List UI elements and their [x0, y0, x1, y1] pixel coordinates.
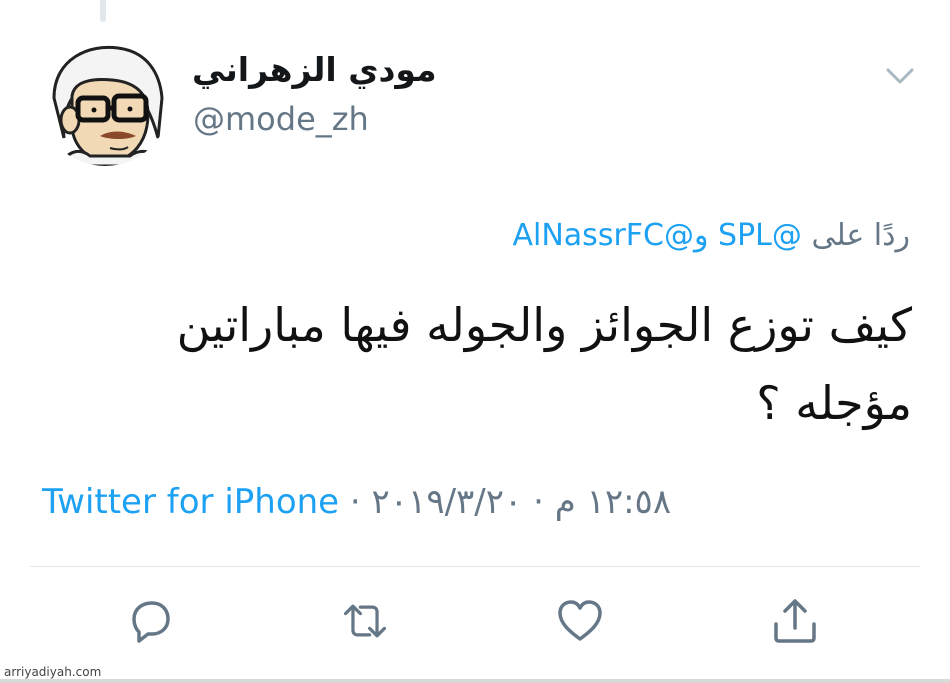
reply-prefix: ردًا على [811, 218, 910, 253]
like-icon[interactable] [555, 596, 605, 646]
mention-link-spl[interactable]: @SPL [718, 218, 802, 253]
bottom-edge [0, 679, 950, 683]
thread-line [100, 0, 106, 22]
mention-link-alnassr[interactable]: @AlNassrFC [513, 218, 694, 253]
avatar-illustration [40, 38, 170, 166]
share-icon[interactable] [770, 596, 820, 646]
reply-context: ردًا على @SPL و@AlNassrFC [513, 218, 911, 253]
retweet-icon[interactable] [340, 596, 390, 646]
reply-icon[interactable] [125, 596, 175, 646]
separator: · [533, 482, 544, 522]
source-link[interactable]: Twitter for iPhone [42, 482, 339, 522]
avatar[interactable] [40, 38, 170, 166]
reply-connector: و [693, 218, 709, 253]
tweet-metadata: Twitter for iPhone · ٢٠١٩/٣/٢٠ · ١٢:٥٨ م [42, 482, 671, 522]
tweet-text-line: كيف توزع الجوائز والجوله فيها مباراتين [176, 298, 912, 352]
separator: · [349, 482, 361, 522]
tweet-date[interactable]: ٢٠١٩/٣/٢٠ [372, 482, 523, 522]
tweet-text: كيف توزع الجوائز والجوله فيها مباراتين م… [152, 286, 912, 442]
divider [30, 566, 920, 567]
tweet-text-line: مؤجله ؟ [756, 376, 912, 430]
chevron-down-icon[interactable] [884, 60, 916, 92]
user-handle[interactable]: @mode_zh [193, 100, 369, 138]
display-name[interactable]: مودي الزهراني [192, 50, 437, 89]
watermark: arriyadiyah.com [4, 665, 102, 679]
tweet-time[interactable]: ١٢:٥٨ م [555, 482, 671, 522]
